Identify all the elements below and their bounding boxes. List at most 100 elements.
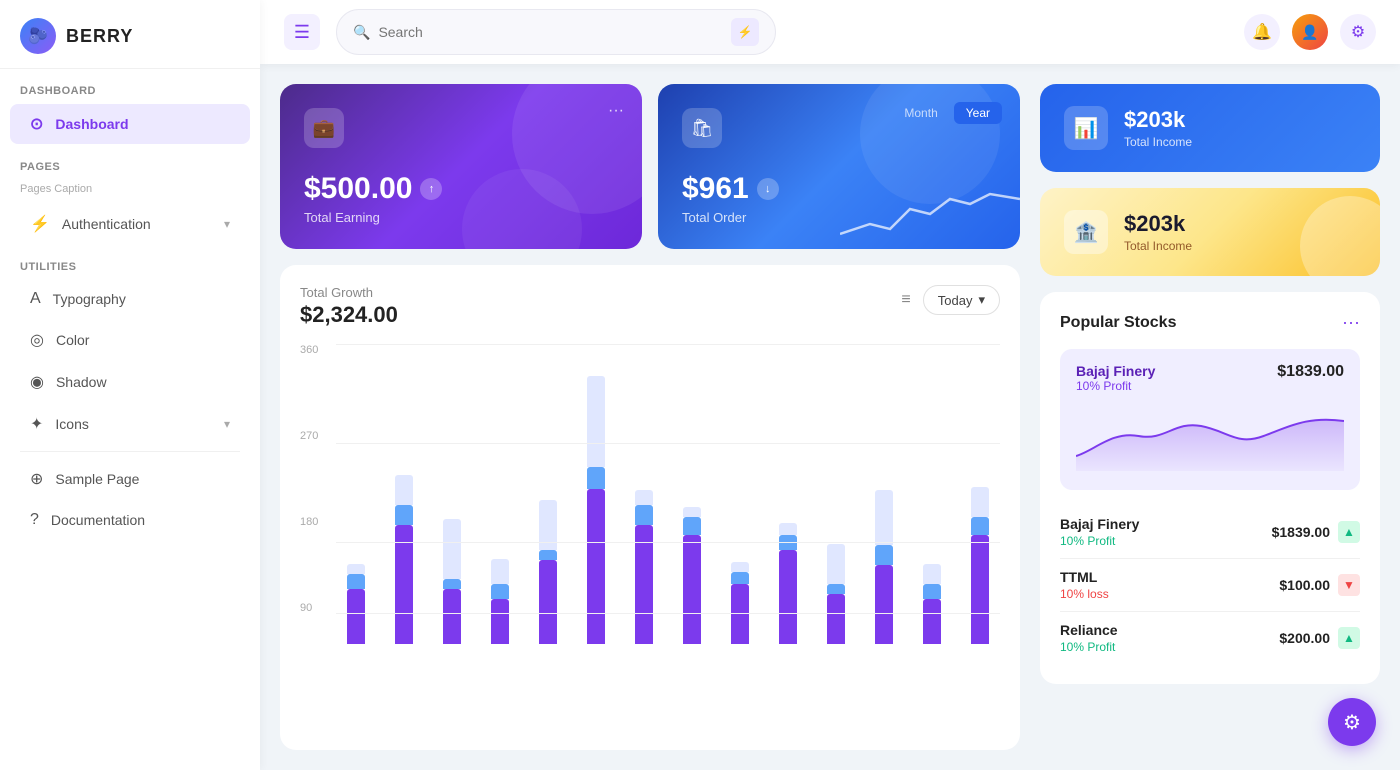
earning-more-icon[interactable]: ··· <box>608 102 624 120</box>
sidebar-item-sample[interactable]: ⊕ Sample Page <box>10 459 250 499</box>
sidebar-item-icons-label: Icons <box>55 416 88 432</box>
bar-blue <box>971 517 989 535</box>
chevron-down-icon: ▾ <box>224 217 230 231</box>
order-trend-icon: ↓ <box>757 178 779 200</box>
bar-light <box>491 559 509 584</box>
bar-group <box>480 376 520 644</box>
sidebar-item-icons[interactable]: ✦ Icons ▾ <box>10 404 250 444</box>
featured-stock-price: $1839.00 <box>1277 363 1344 381</box>
stock-right: $1839.00 ▲ <box>1272 521 1360 543</box>
stock-list-item[interactable]: TTML 10% loss $100.00 ▼ <box>1060 559 1360 612</box>
stock-trend-icon: ▲ <box>1338 627 1360 649</box>
bar-purple <box>683 535 701 644</box>
avatar-initials: 👤 <box>1301 24 1318 41</box>
fab-icon: ⚙ <box>1343 710 1361 735</box>
sidebar-item-color[interactable]: ◎ Color <box>10 320 250 360</box>
stock-trend-icon: ▲ <box>1338 521 1360 543</box>
sidebar-item-authentication[interactable]: ⚡ Authentication ▾ <box>10 204 250 244</box>
stock-list-item[interactable]: Bajaj Finery 10% Profit $1839.00 ▲ <box>1060 506 1360 559</box>
chart-bars <box>336 344 1000 644</box>
notification-button[interactable]: 🔔 <box>1244 14 1280 50</box>
income-yellow-info: $203k Total Income <box>1124 211 1192 253</box>
hamburger-button[interactable]: ☰ <box>284 14 320 50</box>
chevron-down-icon-2: ▾ <box>224 417 230 431</box>
typography-icon: A <box>30 290 41 308</box>
chart-area: 360 270 180 90 <box>300 344 1000 644</box>
sidebar-item-color-label: Color <box>56 332 89 348</box>
bar-group <box>528 376 568 644</box>
bar-group <box>768 376 808 644</box>
sample-icon: ⊕ <box>30 469 43 489</box>
bar-purple <box>491 599 509 644</box>
dashboard-icon: ⊙ <box>30 114 43 134</box>
stock-chart-card: Bajaj Finery 10% Profit $1839.00 <box>1060 349 1360 490</box>
sidebar-item-shadow[interactable]: ◉ Shadow <box>10 362 250 402</box>
sidebar-divider <box>20 451 240 452</box>
stocks-header: Popular Stocks ··· <box>1060 312 1360 333</box>
income-yellow-label: Total Income <box>1124 239 1192 253</box>
header: ☰ 🔍 ⚡ 🔔 👤 ⚙ <box>260 0 1400 64</box>
sidebar-item-typography-label: Typography <box>53 291 126 307</box>
stock-list-profit: 10% Profit <box>1060 640 1118 654</box>
bar-group <box>720 376 760 644</box>
earning-label: Total Earning <box>304 210 618 225</box>
income-blue-info: $203k Total Income <box>1124 107 1192 149</box>
bar-group <box>336 376 376 644</box>
bar-light <box>827 544 845 584</box>
bar-blue <box>443 579 461 589</box>
chart-menu-icon[interactable]: ≡ <box>901 291 910 309</box>
fab-button[interactable]: ⚙ <box>1328 698 1376 746</box>
bar-purple <box>827 594 845 644</box>
main-content: 💼 ··· $500.00 ↑ Total Earning 🛍 Month Ye… <box>260 64 1400 770</box>
sidebar-item-dashboard-label: Dashboard <box>55 116 128 132</box>
bar-blue <box>539 550 557 560</box>
earning-trend-icon: ↑ <box>420 178 442 200</box>
toggle-month-button[interactable]: Month <box>892 102 949 124</box>
today-button[interactable]: Today ▾ <box>923 285 1000 315</box>
bar-purple <box>779 550 797 644</box>
avatar[interactable]: 👤 <box>1292 14 1328 50</box>
bar-purple <box>587 489 605 644</box>
today-chevron-icon: ▾ <box>978 292 985 308</box>
chart-amount: $2,324.00 <box>300 302 398 328</box>
sidebar-item-authentication-label: Authentication <box>62 216 151 232</box>
card-income-blue: 📊 $203k Total Income <box>1040 84 1380 172</box>
toggle-year-button[interactable]: Year <box>954 102 1002 124</box>
search-input[interactable] <box>378 24 723 40</box>
income-blue-icon: 📊 <box>1064 106 1108 150</box>
bar-group <box>432 376 472 644</box>
card-order: 🛍 Month Year $961 ↓ Total Order <box>658 84 1020 249</box>
sidebar: 🫐 BERRY Dashboard ⊙ Dashboard Pages Page… <box>0 0 260 770</box>
sidebar-item-sample-label: Sample Page <box>55 471 139 487</box>
bar-blue <box>395 505 413 525</box>
card-income-yellow: 🏦 $203k Total Income <box>1040 188 1380 276</box>
stock-list-item[interactable]: Reliance 10% Profit $200.00 ▲ <box>1060 612 1360 664</box>
bar-light <box>923 564 941 584</box>
sidebar-item-documentation[interactable]: ? Documentation <box>10 501 250 539</box>
logo: 🫐 BERRY <box>0 0 260 69</box>
bar-light <box>875 490 893 545</box>
bar-group <box>912 376 952 644</box>
stock-list-profit: 10% Profit <box>1060 534 1139 548</box>
bar-light <box>347 564 365 574</box>
section-dashboard-label: Dashboard <box>0 69 260 103</box>
bar-blue <box>827 584 845 594</box>
stock-right: $100.00 ▼ <box>1279 574 1360 596</box>
filter-icon[interactable]: ⚡ <box>731 18 759 46</box>
right-cards: 📊 $203k Total Income 🏦 $203k Total Incom… <box>1040 84 1380 750</box>
stock-price: $1839.00 <box>1272 524 1330 540</box>
bar-purple <box>443 589 461 644</box>
settings-button[interactable]: ⚙ <box>1340 14 1376 50</box>
stock-list-profit: 10% loss <box>1060 587 1109 601</box>
sidebar-item-typography[interactable]: A Typography <box>10 280 250 318</box>
stock-price: $200.00 <box>1279 630 1330 646</box>
stock-list-name: TTML <box>1060 569 1109 585</box>
stock-price: $100.00 <box>1279 577 1330 593</box>
stock-list: Bajaj Finery 10% Profit $1839.00 ▲ TTML … <box>1060 506 1360 664</box>
grid-line-90 <box>336 613 1000 614</box>
bar-group <box>672 376 712 644</box>
bar-purple <box>731 584 749 644</box>
auth-icon: ⚡ <box>30 214 50 234</box>
stocks-more-icon[interactable]: ··· <box>1342 312 1360 333</box>
sidebar-item-dashboard[interactable]: ⊙ Dashboard <box>10 104 250 144</box>
